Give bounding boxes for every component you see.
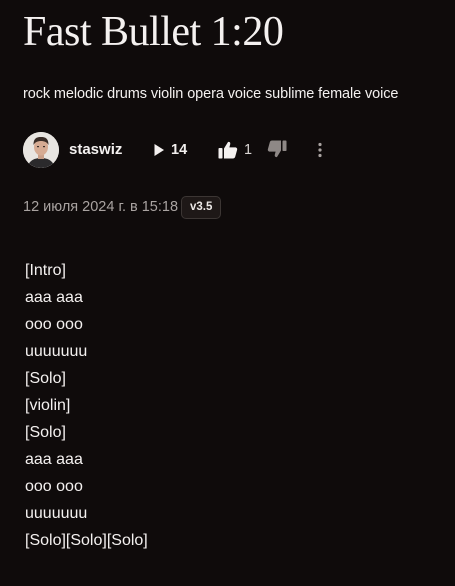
play-icon <box>154 144 164 156</box>
author-username[interactable]: staswiz <box>69 141 122 158</box>
play-count-value: 14 <box>171 142 188 158</box>
avatar[interactable] <box>23 132 59 168</box>
thumbs-down-icon <box>267 140 287 158</box>
lyrics-line: ooo ooo <box>25 478 83 495</box>
lyrics-line: [violin] <box>25 397 71 414</box>
lyrics-line: aaa aaa <box>25 451 83 468</box>
lyrics-line: [Solo] <box>25 424 66 441</box>
lyrics-line: uuuuuuu <box>25 343 88 360</box>
lyrics-line: aaa aaa <box>25 289 83 306</box>
avatar-image <box>23 132 59 168</box>
more-options-button[interactable] <box>313 140 327 160</box>
song-title: Fast Bullet 1:20 <box>23 9 284 55</box>
like-count: 1 <box>244 142 253 158</box>
dislike-button[interactable] <box>267 140 287 163</box>
model-version-badge: v3.5 <box>181 196 222 219</box>
lyrics-line: ooo ooo <box>25 316 83 333</box>
creation-date: 12 июля 2024 г. в 15:18 <box>23 199 179 215</box>
lyrics-block: [Intro] aaa aaa ooo ooo uuuuuuu [Solo] [… <box>25 257 148 554</box>
lyrics-line: [Solo] <box>25 370 66 387</box>
play-count[interactable]: 14 <box>153 140 187 160</box>
lyrics-line: uuuuuuu <box>25 505 88 522</box>
song-tags[interactable]: rock melodic drums violin opera voice su… <box>23 86 398 102</box>
lyrics-line: [Intro] <box>25 262 66 279</box>
song-meta-row: staswiz 14 1 <box>23 132 433 168</box>
thumbs-up-icon <box>218 141 238 159</box>
vertical-ellipsis-icon <box>318 142 322 158</box>
like-button[interactable]: 1 <box>218 139 252 161</box>
lyrics-line: [Solo][Solo][Solo] <box>25 532 148 549</box>
